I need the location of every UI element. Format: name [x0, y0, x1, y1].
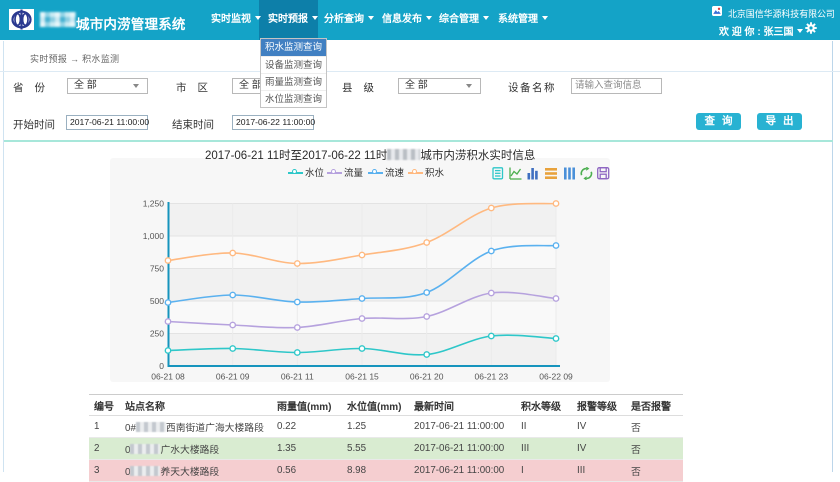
svg-text:750: 750 [150, 264, 164, 274]
svg-text:06-21 15: 06-21 15 [345, 372, 379, 382]
svg-text:1,000: 1,000 [143, 231, 165, 241]
svg-text:06-21 09: 06-21 09 [216, 372, 250, 382]
svg-text:250: 250 [150, 329, 164, 339]
svg-text:06-21 20: 06-21 20 [410, 372, 444, 382]
svg-text:1,250: 1,250 [143, 199, 165, 209]
svg-text:0: 0 [159, 361, 164, 371]
svg-text:06-21 23: 06-21 23 [475, 372, 509, 382]
svg-text:06-21 11: 06-21 11 [281, 372, 314, 382]
svg-text:500: 500 [150, 296, 164, 306]
svg-text:06-21 08: 06-21 08 [151, 372, 185, 382]
svg-text:06-22 09: 06-22 09 [539, 372, 573, 382]
